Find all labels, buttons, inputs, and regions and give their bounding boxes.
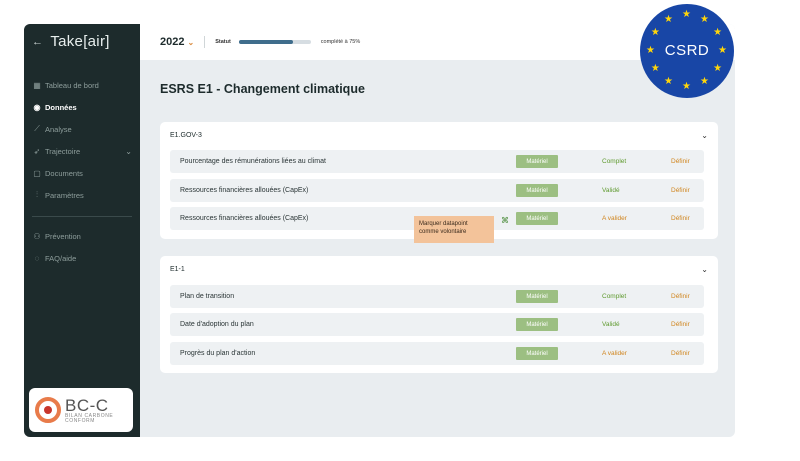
row-label: Progrès du plan d'action [180, 350, 256, 357]
star-icon: ★ [700, 76, 709, 88]
chat-icon: ◌ [34, 253, 40, 263]
status-label: Statut [215, 39, 231, 45]
table-row[interactable]: Plan de transition Matériel Complet Défi… [170, 285, 704, 308]
define-link[interactable]: Définir [671, 215, 690, 222]
sidebar-item-label: Données [45, 102, 77, 112]
year-selector[interactable]: 2022 ⌄ [160, 36, 194, 48]
sidebar-item-analyse[interactable]: ⟋ Analyse [32, 118, 132, 140]
materiel-tag[interactable]: Matériel [516, 212, 558, 225]
materiel-tag[interactable]: Matériel [516, 184, 558, 197]
materiel-tag[interactable]: Matériel [516, 318, 558, 331]
status-badge: A valider [602, 215, 627, 222]
arrow-left-icon[interactable]: ← [32, 36, 43, 48]
progress-bar [238, 40, 311, 44]
section-header[interactable]: E1-1 ⌄ [160, 256, 718, 282]
row-label: Pourcentage des rémunérations liées au c… [180, 158, 326, 165]
row-label: Ressources financières allouées (CapEx) [180, 187, 309, 194]
chevron-down-icon: ⌄ [187, 38, 195, 47]
command-icon[interactable]: ⌘ [501, 216, 509, 225]
section-header[interactable]: E1.GOV-3 ⌄ [160, 122, 718, 148]
row-label: Date d'adoption du plan [180, 321, 254, 328]
star-icon: ★ [650, 63, 660, 74]
define-link[interactable]: Définir [671, 187, 690, 194]
sidebar-item-tableau-de-bord[interactable]: ▦ Tableau de bord [32, 74, 132, 96]
star-icon: ★ [700, 13, 709, 25]
star-icon: ★ [713, 63, 723, 74]
sidebar-item-label: Paramètres [45, 190, 84, 200]
star-icon: ★ [718, 45, 727, 56]
sidebar-item-prevention[interactable]: ⚇ Prévention [32, 225, 132, 247]
table-row[interactable]: Progrès du plan d'action Matériel A vali… [170, 342, 704, 365]
sidebar-item-label: Trajectoire [45, 146, 81, 156]
status-badge: Validé [602, 187, 620, 194]
page-title: ESRS E1 - Changement climatique [160, 82, 365, 96]
app-window: ← Take[air] ▦ Tableau de bord ◉ Données … [24, 24, 735, 437]
sidebar: ← Take[air] ▦ Tableau de bord ◉ Données … [24, 24, 140, 437]
bcc-logo: BC-C BILAN CARBONE CONFORM [29, 388, 133, 432]
materiel-tag[interactable]: Matériel [516, 347, 558, 360]
brand-name: Take[air] [50, 33, 110, 50]
status-badge: Complet [602, 293, 627, 300]
document-icon: ▢ [33, 168, 41, 178]
divider [204, 36, 206, 48]
table-row[interactable]: Date d'adoption du plan Matériel Validé … [170, 313, 704, 336]
sidebar-item-label: Tableau de bord [45, 80, 99, 90]
star-icon: ★ [664, 76, 673, 88]
dashboard-icon: ▦ [33, 80, 41, 90]
table-row[interactable]: Ressources financières allouées (CapEx) … [170, 179, 704, 202]
status-badge: Validé [602, 321, 620, 328]
star-icon: ★ [713, 27, 723, 38]
chevron-down-icon[interactable]: ⌄ [125, 147, 132, 156]
sidebar-divider [32, 216, 132, 217]
chevron-down-icon[interactable]: ⌄ [701, 265, 708, 274]
brand[interactable]: ← Take[air] [32, 33, 110, 50]
progress-text: complété à 75% [320, 39, 361, 45]
sidebar-item-donnees[interactable]: ◉ Données [32, 96, 132, 118]
sidebar-item-trajectoire[interactable]: ➶ Trajectoire ⌄ [32, 140, 132, 162]
table-row[interactable]: Pourcentage des rémunérations liées au c… [170, 150, 704, 173]
star-icon: ★ [646, 45, 655, 56]
tooltip: Marquer datapoint comme volontaire [414, 216, 494, 243]
csrd-badge: CSRD ★ ★ ★ ★ ★ ★ ★ ★ ★ ★ ★ ★ [640, 4, 734, 98]
progress-fill [238, 40, 293, 44]
star-icon: ★ [682, 81, 691, 92]
section-title: E1-1 [170, 265, 185, 273]
sidebar-item-faq[interactable]: ◌ FAQ/aide [32, 247, 132, 269]
materiel-tag[interactable]: Matériel [516, 155, 558, 168]
people-icon: ⚇ [33, 231, 41, 241]
section-title: E1.GOV-3 [170, 131, 202, 139]
status-badge: Complet [602, 158, 627, 165]
sidebar-item-documents[interactable]: ▢ Documents [32, 162, 132, 184]
bcc-logo-mark [35, 397, 61, 423]
define-link[interactable]: Définir [671, 293, 690, 300]
define-link[interactable]: Définir [671, 158, 690, 165]
define-link[interactable]: Définir [671, 321, 690, 328]
data-icon: ◉ [33, 102, 41, 112]
materiel-tag[interactable]: Matériel [516, 290, 558, 303]
sliders-icon: ⫶ [36, 190, 38, 199]
chevron-down-icon[interactable]: ⌄ [701, 131, 708, 140]
sidebar-item-label: Analyse [45, 124, 72, 134]
sidebar-nav: ▦ Tableau de bord ◉ Données ⟋ Analyse ➶ … [32, 74, 132, 269]
bcc-logo-line2: CONFORM [65, 417, 96, 424]
sidebar-item-label: Prévention [45, 231, 81, 241]
sidebar-item-label: Documents [45, 168, 83, 178]
star-icon: ★ [650, 27, 660, 38]
year-value: 2022 [160, 36, 185, 48]
row-label: Ressources financières allouées (CapEx) [180, 215, 309, 222]
sidebar-item-label: FAQ/aide [45, 253, 77, 263]
section-card: E1-1 ⌄ Plan de transition Matériel Compl… [160, 256, 718, 373]
star-icon: ★ [682, 9, 691, 20]
status-badge: A valider [602, 350, 627, 357]
sidebar-item-parametres[interactable]: ⫶ Paramètres [32, 184, 132, 206]
rocket-icon: ➶ [33, 146, 41, 156]
star-icon: ★ [664, 13, 673, 25]
row-label: Plan de transition [180, 293, 235, 300]
bcc-logo-title: BC-C [65, 395, 109, 415]
define-link[interactable]: Définir [671, 350, 690, 357]
chart-icon: ⟋ [34, 124, 40, 133]
